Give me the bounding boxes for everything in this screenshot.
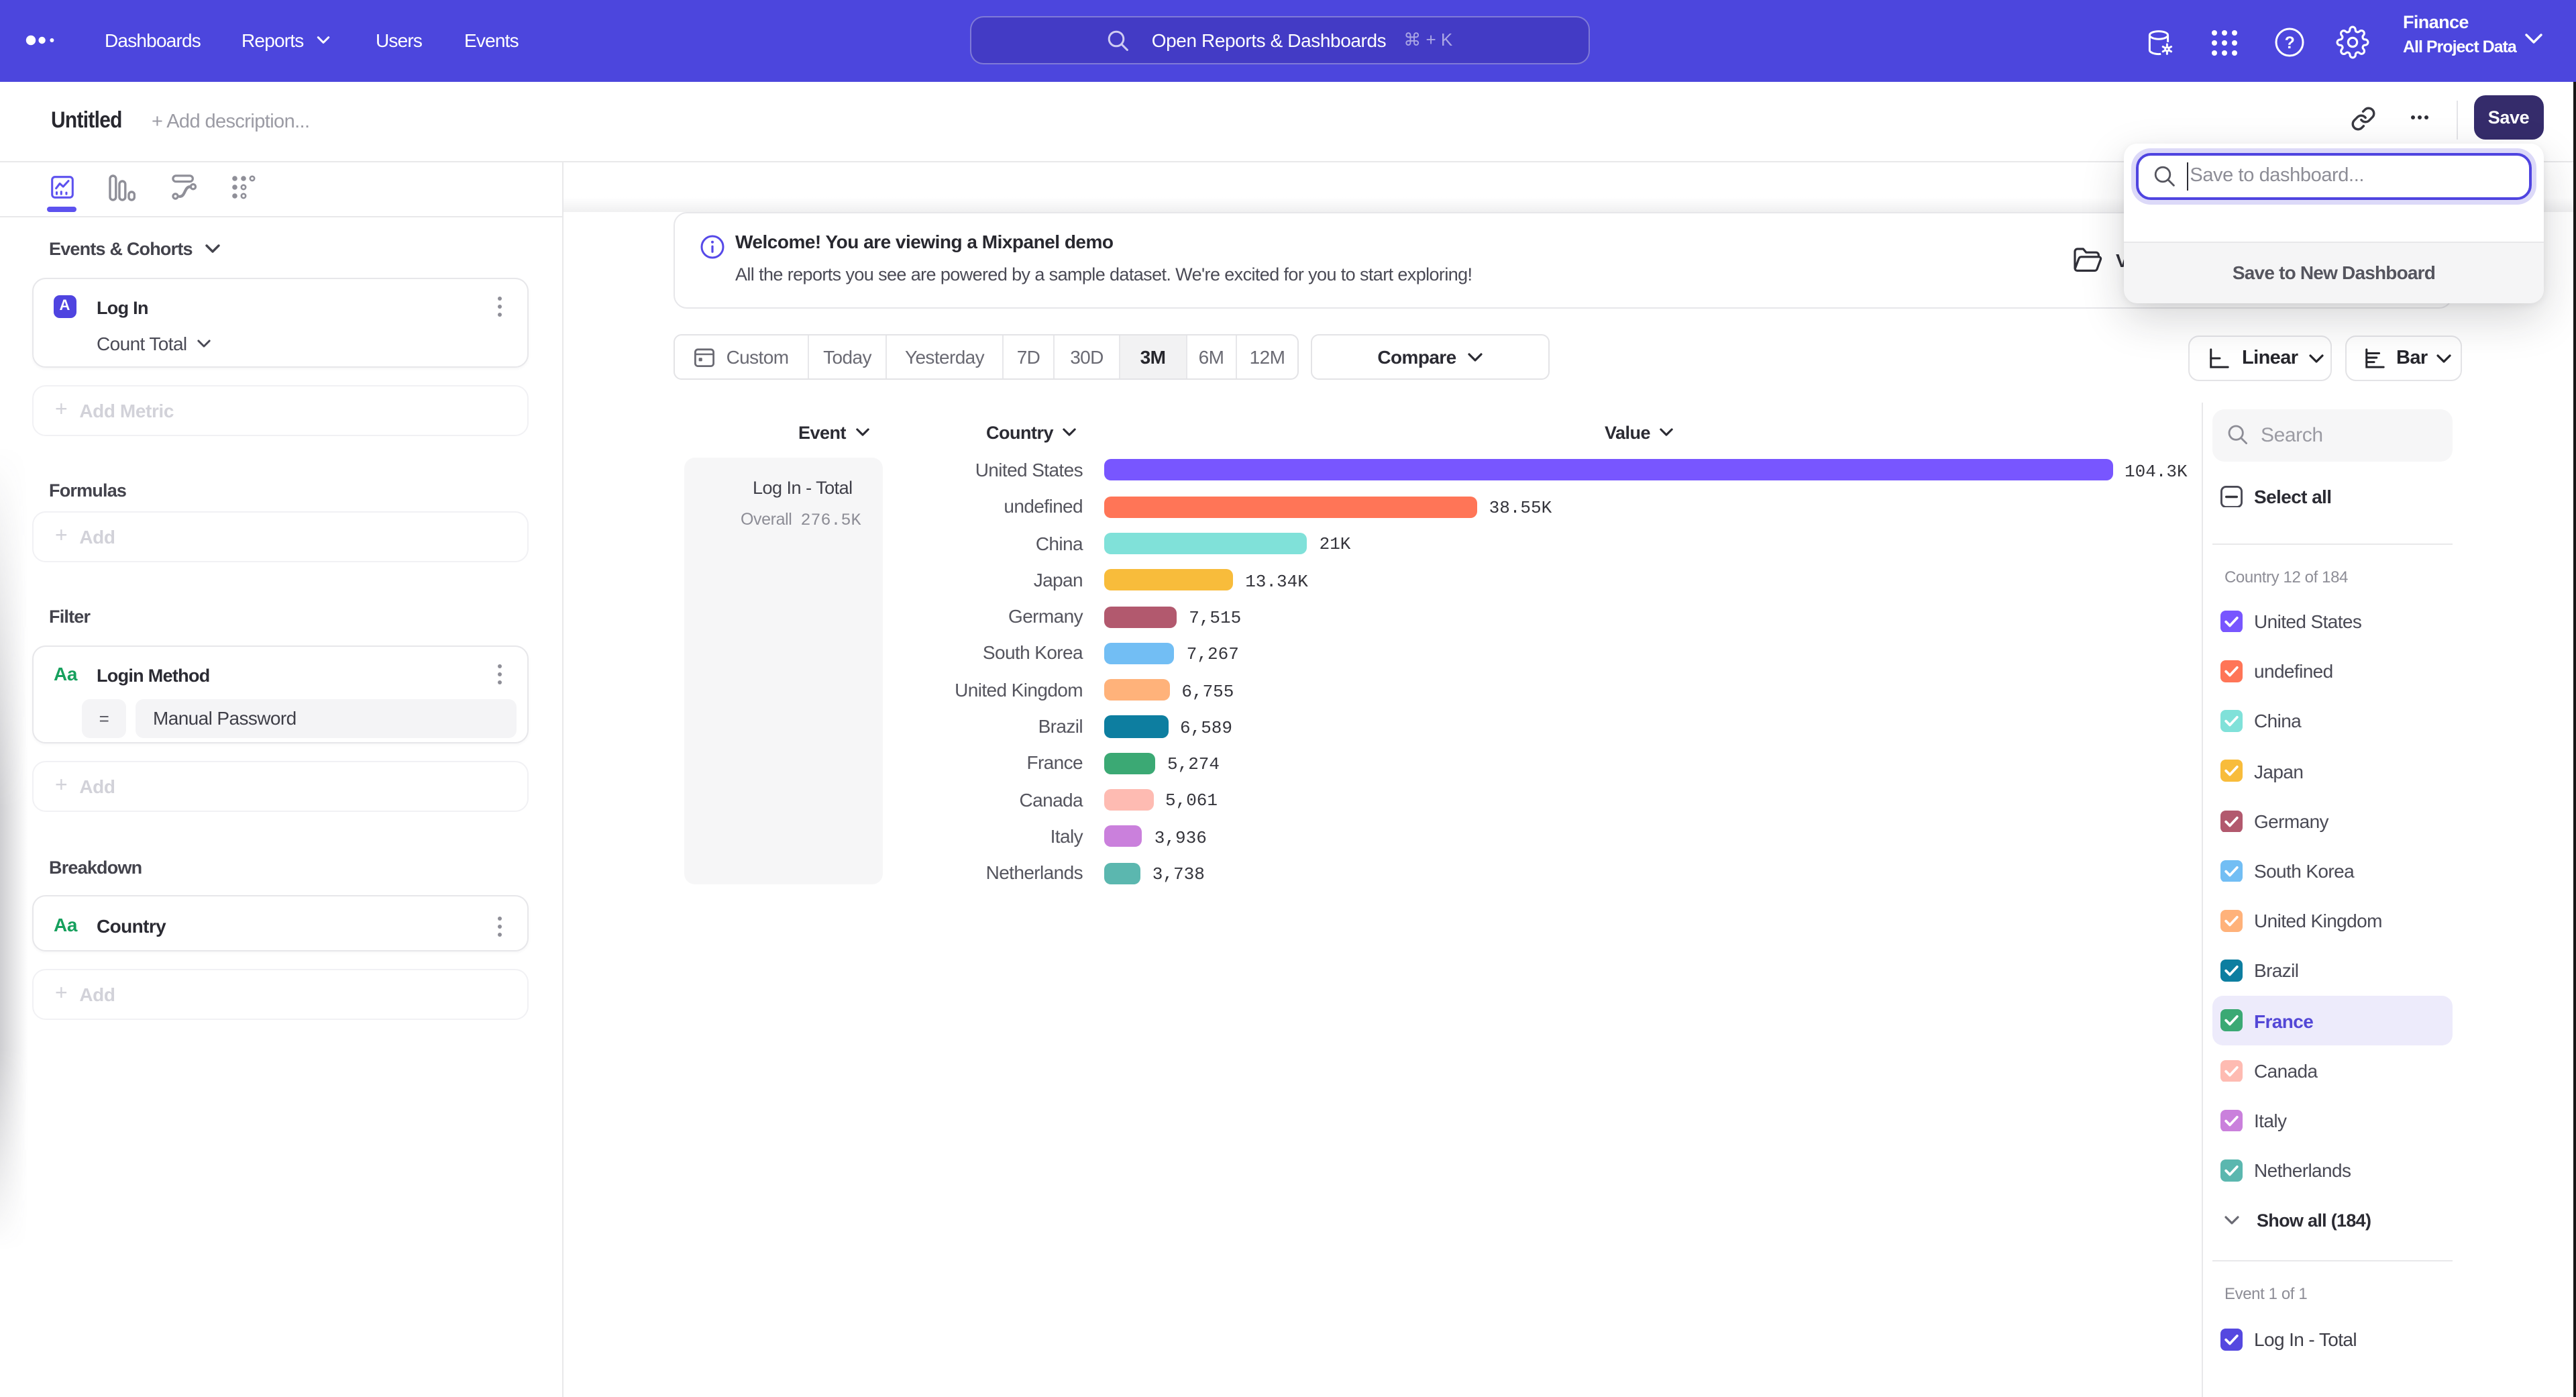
svg-text:?: ? bbox=[2285, 34, 2295, 52]
